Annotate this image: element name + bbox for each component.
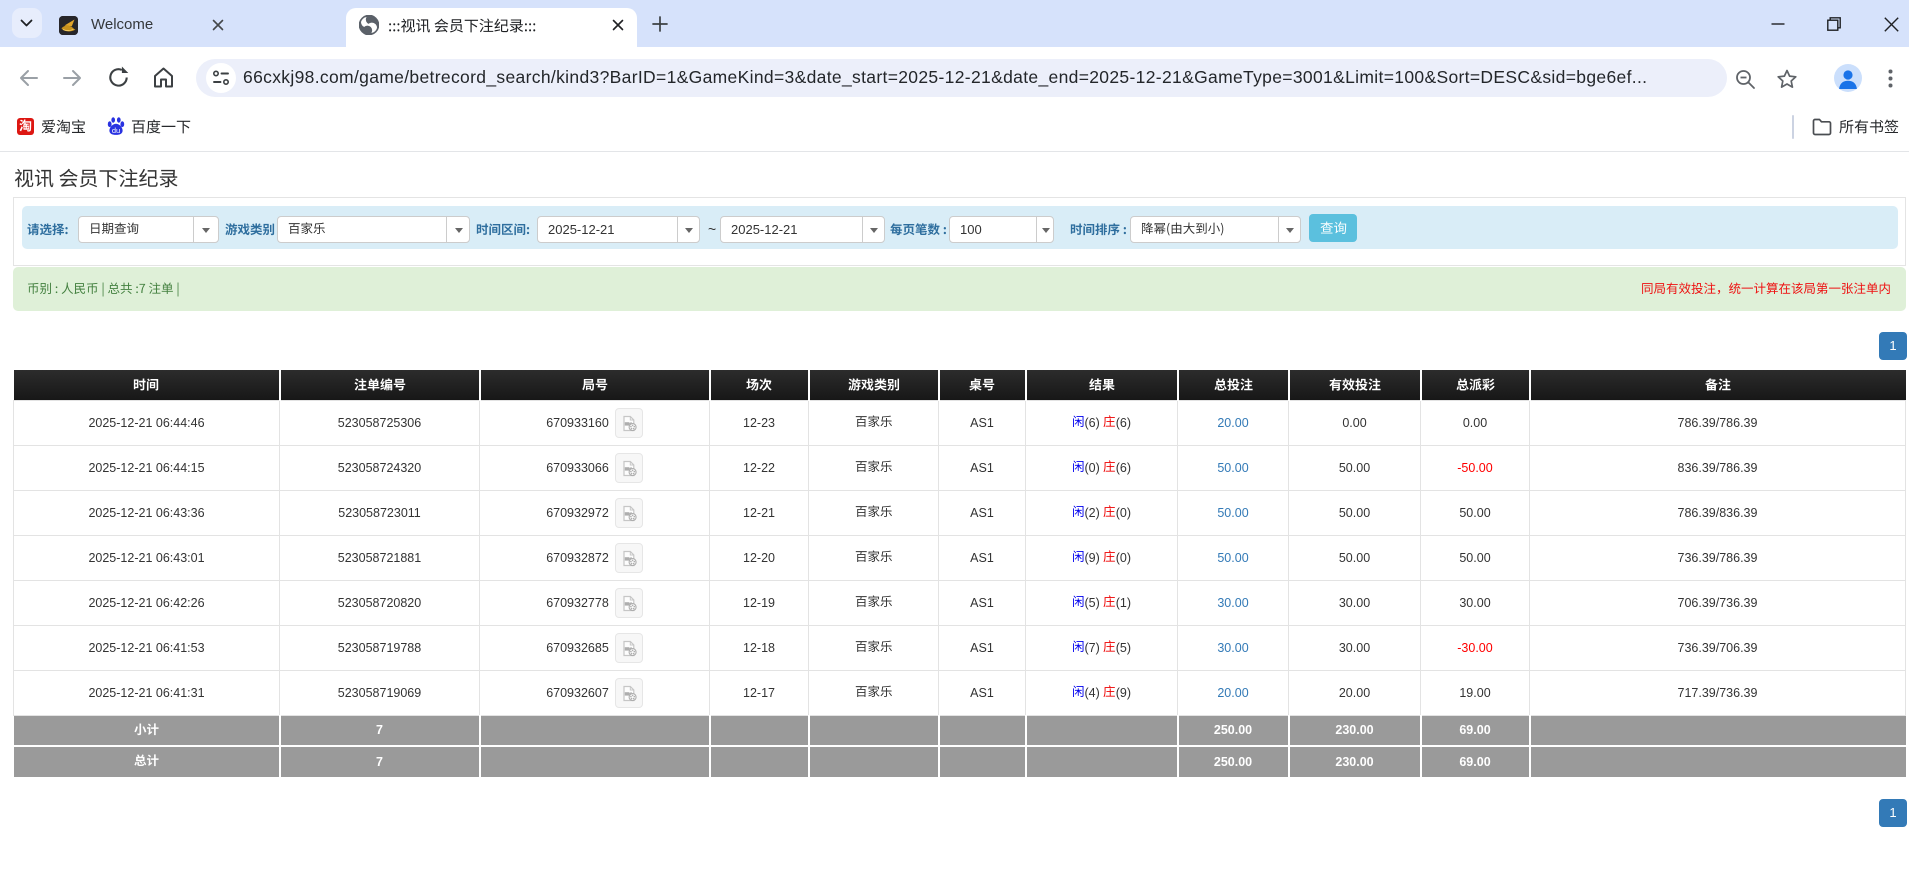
svg-text:du: du	[112, 126, 120, 135]
